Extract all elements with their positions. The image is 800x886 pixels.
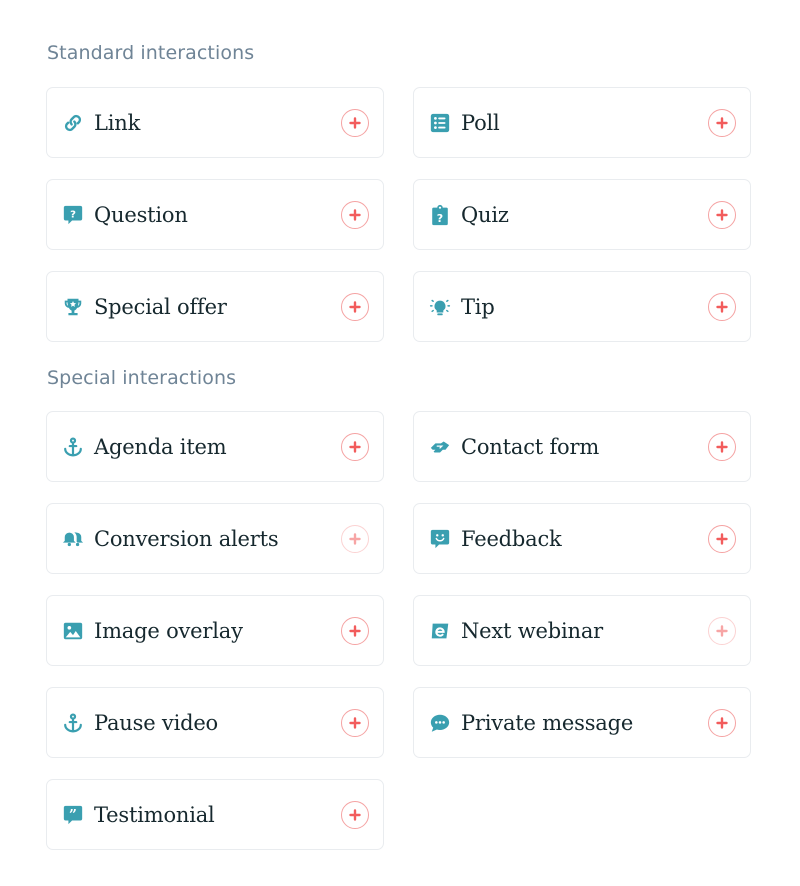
- interaction-label: Testimonial: [94, 802, 215, 827]
- plus-icon: [349, 716, 361, 729]
- interaction-card-special-offer[interactable]: Special offer: [46, 271, 384, 342]
- plus-icon: [349, 440, 361, 453]
- anchor-icon: [62, 712, 84, 734]
- svg-text:?: ?: [70, 209, 76, 220]
- plus-icon: [716, 532, 728, 545]
- plus-icon: [349, 116, 361, 129]
- interaction-card-poll[interactable]: Poll: [413, 87, 751, 158]
- plus-icon: [716, 624, 728, 637]
- plus-icon: [349, 624, 361, 637]
- plus-icon: [716, 440, 728, 453]
- add-special-offer-button[interactable]: [341, 292, 369, 321]
- poll-list-icon: [429, 112, 451, 134]
- interaction-label: Contact form: [461, 434, 600, 459]
- interaction-card-feedback[interactable]: Feedback: [413, 503, 751, 574]
- lightbulb-icon: [429, 296, 451, 318]
- interaction-label: Question: [94, 202, 188, 227]
- smiley-bubble-icon: [429, 528, 451, 550]
- anchor-icon: [62, 436, 84, 458]
- interaction-label: Tip: [461, 294, 495, 319]
- plus-icon: [349, 532, 361, 545]
- interaction-label: Agenda item: [94, 434, 227, 459]
- interaction-card-link[interactable]: Link: [46, 87, 384, 158]
- add-conversion-alerts-button[interactable]: [341, 524, 369, 553]
- section-title-special: Special interactions: [47, 367, 237, 389]
- plus-icon: [716, 208, 728, 221]
- add-poll-button[interactable]: [708, 108, 736, 137]
- interaction-card-testimonial[interactable]: ” Testimonial: [46, 779, 384, 850]
- add-feedback-button[interactable]: [708, 524, 736, 553]
- interaction-label: Quiz: [461, 202, 509, 227]
- add-next-webinar-button[interactable]: [708, 616, 736, 645]
- handshake-icon: [429, 436, 451, 458]
- interaction-card-agenda-item[interactable]: Agenda item: [46, 411, 384, 482]
- plus-icon: [716, 300, 728, 313]
- add-link-button[interactable]: [341, 108, 369, 137]
- add-image-overlay-button[interactable]: [341, 616, 369, 645]
- interaction-card-pause-video[interactable]: Pause video: [46, 687, 384, 758]
- interaction-card-question[interactable]: ? Question: [46, 179, 384, 250]
- add-question-button[interactable]: [341, 200, 369, 229]
- plus-icon: [349, 208, 361, 221]
- interaction-label: Pause video: [94, 710, 219, 735]
- chat-dots-icon: [429, 712, 451, 734]
- special-interactions-grid: Agenda item Contact form Conversion alerts…: [46, 411, 751, 850]
- section-title-standard: Standard interactions: [47, 42, 255, 64]
- add-agenda-item-button[interactable]: [341, 432, 369, 461]
- interaction-label: Next webinar: [461, 618, 604, 643]
- interaction-card-image-overlay[interactable]: Image overlay: [46, 595, 384, 666]
- plus-icon: [349, 808, 361, 821]
- interaction-card-contact-form[interactable]: Contact form: [413, 411, 751, 482]
- question-bubble-icon: ?: [62, 204, 84, 226]
- interaction-label: Feedback: [461, 526, 562, 551]
- add-quiz-button[interactable]: [708, 200, 736, 229]
- svg-text:”: ”: [69, 807, 77, 823]
- add-tip-button[interactable]: [708, 292, 736, 321]
- add-private-message-button[interactable]: [708, 708, 736, 737]
- interaction-label: Conversion alerts: [94, 526, 279, 551]
- svg-text:?: ?: [437, 211, 443, 224]
- interaction-card-conversion-alerts[interactable]: Conversion alerts: [46, 503, 384, 574]
- interaction-label: Private message: [461, 710, 634, 735]
- interaction-label: Poll: [461, 110, 500, 135]
- e-logo-icon: [429, 620, 451, 642]
- add-testimonial-button[interactable]: [341, 800, 369, 829]
- trophy-icon: [62, 296, 84, 318]
- interaction-label: Link: [94, 110, 141, 135]
- link-icon: [62, 112, 84, 134]
- quiz-clipboard-icon: ?: [429, 204, 451, 226]
- standard-interactions-grid: Link Poll? Question? Quiz Special offer Tip: [46, 87, 751, 342]
- interaction-card-private-message[interactable]: Private message: [413, 687, 751, 758]
- image-icon: [62, 620, 84, 642]
- plus-icon: [716, 116, 728, 129]
- bells-icon: [62, 528, 84, 550]
- quote-bubble-icon: ”: [62, 804, 84, 826]
- interaction-label: Image overlay: [94, 618, 243, 643]
- interaction-label: Special offer: [94, 294, 227, 319]
- interaction-card-quiz[interactable]: ? Quiz: [413, 179, 751, 250]
- add-contact-form-button[interactable]: [708, 432, 736, 461]
- interaction-card-next-webinar[interactable]: Next webinar: [413, 595, 751, 666]
- add-pause-video-button[interactable]: [341, 708, 369, 737]
- plus-icon: [716, 716, 728, 729]
- plus-icon: [349, 300, 361, 313]
- interaction-card-tip[interactable]: Tip: [413, 271, 751, 342]
